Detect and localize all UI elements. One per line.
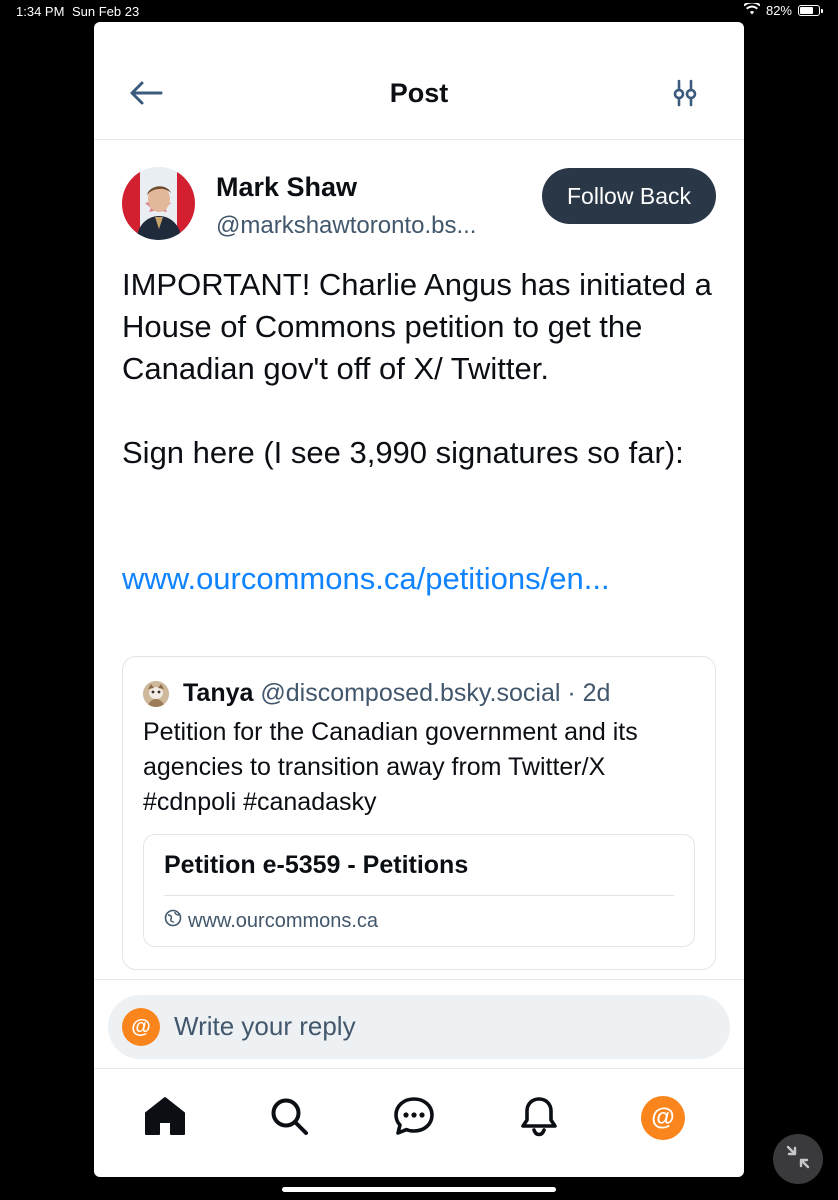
battery-percent: 82%	[765, 3, 792, 18]
reply-input[interactable]: @ Write your reply	[108, 995, 730, 1059]
post-text: IMPORTANT! Charlie Angus has initiated a…	[122, 264, 722, 474]
author-handle[interactable]: @markshawtoronto.bs...	[216, 212, 476, 240]
home-icon	[144, 1096, 186, 1141]
wifi-icon	[743, 1, 761, 18]
post-link[interactable]: www.ourcommons.ca/petitions/en...	[122, 558, 610, 600]
bottom-tab-bar: @	[94, 1068, 744, 1177]
quote-age: 2d	[582, 679, 611, 707]
follow-back-button[interactable]: Follow Back	[542, 168, 716, 224]
link-card-title: Petition e-5359 - Petitions	[164, 851, 469, 879]
tab-notifications[interactable]	[514, 1093, 564, 1143]
tab-chat[interactable]	[389, 1093, 439, 1143]
status-bar: 1:34 PM Sun Feb 23 82%	[0, 0, 838, 24]
author-avatar[interactable]	[122, 167, 195, 240]
tab-home[interactable]	[140, 1093, 190, 1143]
page-title: Post	[389, 78, 449, 108]
exit-fullscreen-button[interactable]	[773, 1134, 823, 1184]
chat-icon	[393, 1096, 435, 1141]
tab-profile[interactable]: @	[638, 1093, 688, 1143]
link-preview-card[interactable]: Petition e-5359 - Petitions www.ourcommo…	[143, 834, 695, 947]
status-date: Sun Feb 23	[72, 4, 140, 19]
sliders-icon	[671, 79, 699, 112]
quote-author-handle[interactable]: @discomposed.bsky.social	[260, 679, 560, 707]
reply-divider	[94, 979, 744, 980]
status-time: 1:34 PM	[16, 4, 65, 19]
quote-separator: ·	[567, 679, 576, 707]
search-icon	[269, 1096, 309, 1141]
thread-settings-button[interactable]	[668, 78, 702, 112]
post-paragraph: IMPORTANT! Charlie Angus has initiated a…	[122, 267, 712, 386]
quote-meta: Tanya @discomposed.bsky.social · 2d	[183, 679, 610, 708]
reply-placeholder: Write your reply	[174, 1011, 356, 1041]
reply-avatar: @	[122, 1008, 160, 1046]
quote-author-avatar[interactable]	[143, 681, 169, 707]
profile-avatar: @	[641, 1096, 685, 1140]
battery-level	[800, 7, 814, 14]
quote-author-name[interactable]: Tanya	[183, 679, 253, 707]
link-card-domain-text: www.ourcommons.ca	[188, 909, 379, 932]
quote-text: Petition for the Canadian government and…	[143, 718, 638, 816]
bell-icon	[519, 1095, 559, 1142]
tab-search[interactable]	[264, 1093, 314, 1143]
link-card-divider	[164, 895, 674, 896]
post-paragraph: Sign here (I see 3,990 signatures so far…	[122, 435, 684, 470]
author-name[interactable]: Mark Shaw	[216, 172, 357, 203]
link-card-domain: www.ourcommons.ca	[164, 909, 378, 933]
app-window: Post Mark Shaw @markshawtoronto.bs... Fo	[94, 22, 744, 1177]
quoted-post[interactable]: Tanya @discomposed.bsky.social · 2d Peti…	[122, 656, 716, 970]
status-indicators: 82%	[743, 1, 823, 18]
home-indicator[interactable]	[282, 1187, 556, 1192]
battery-icon	[798, 5, 823, 16]
globe-icon	[164, 909, 182, 933]
header: Post	[94, 22, 744, 140]
collapse-arrows-icon	[785, 1144, 811, 1175]
